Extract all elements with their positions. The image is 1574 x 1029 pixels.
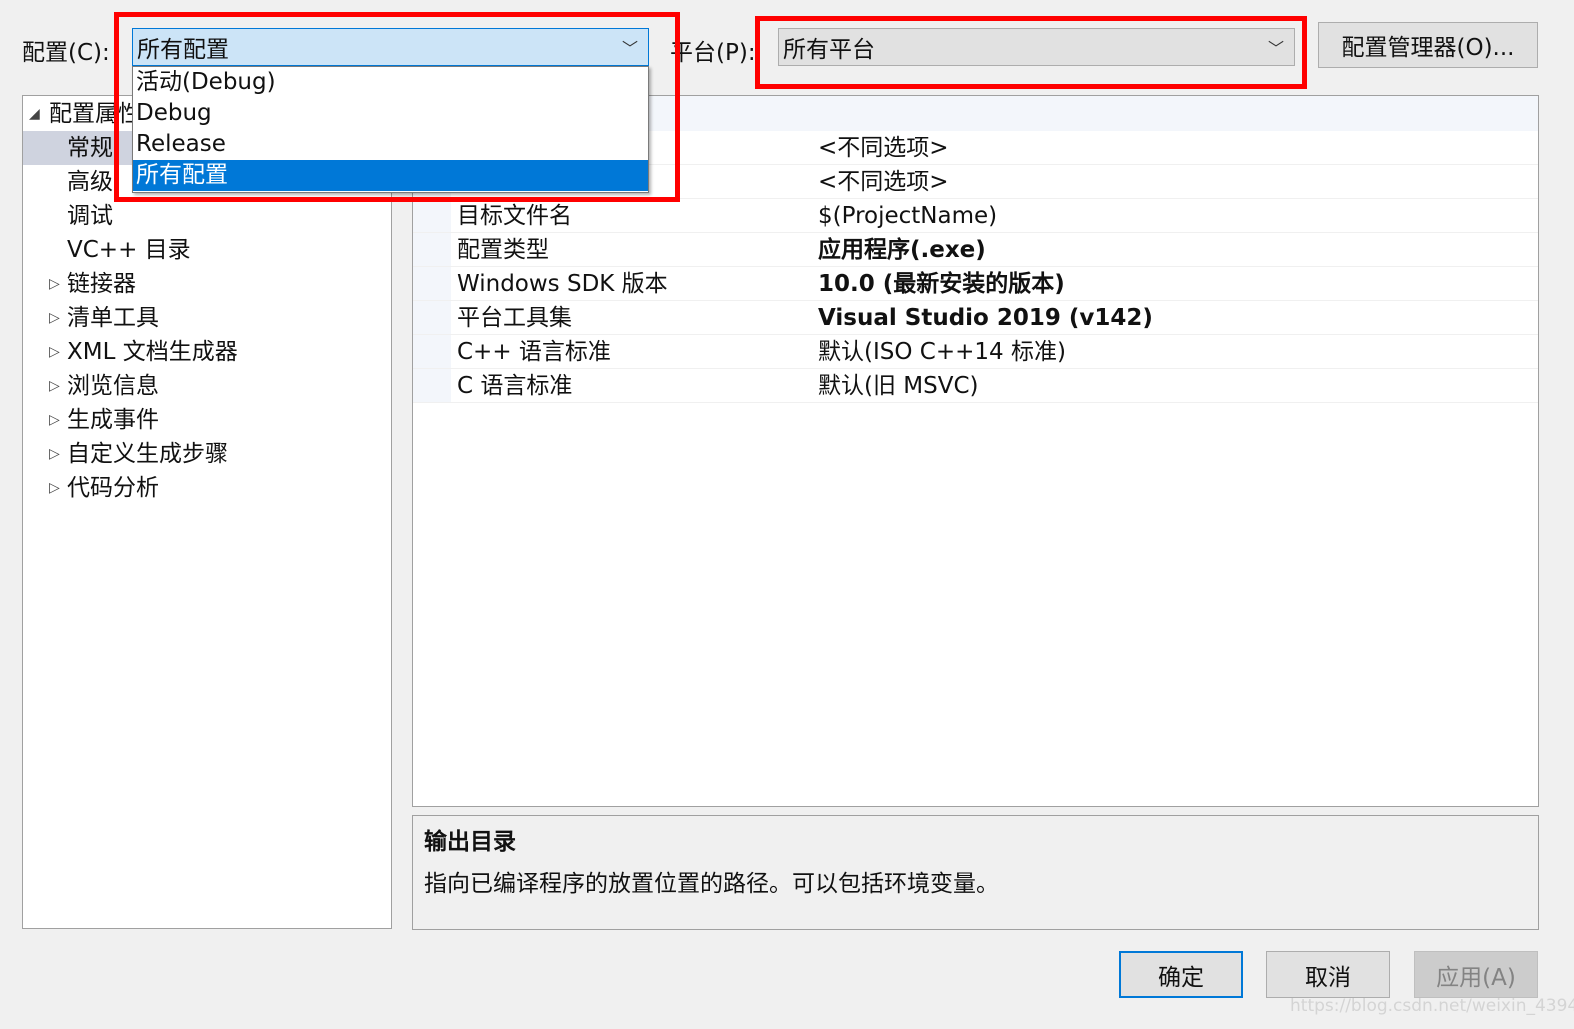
property-value[interactable]: Visual Studio 2019 (v142) [818,301,1153,335]
property-value[interactable]: <不同选项> [818,131,949,165]
property-value[interactable]: 默认(旧 MSVC) [818,369,979,403]
tree-item-label: 链接器 [67,271,136,297]
property-value[interactable]: <不同选项> [818,165,949,199]
tree-item[interactable]: ▷ 浏览信息 [23,369,391,403]
tree-item-label: 浏览信息 [67,373,159,399]
platform-combo[interactable]: 所有平台 ﹀ [778,28,1295,66]
apply-button[interactable]: 应用(A) [1414,951,1538,998]
grid-row[interactable]: C 语言标准 默认(旧 MSVC) [413,369,1538,403]
tree-root-label: 配置属性 [49,101,141,127]
property-name: 目标文件名 [457,203,572,229]
property-value[interactable]: 10.0 (最新安装的版本) [818,267,1065,301]
property-value[interactable]: 默认(ISO C++14 标准) [818,335,1066,369]
tree-item[interactable]: ▷ 代码分析 [23,471,391,505]
config-label: 配置(C): [22,40,110,66]
tree-item[interactable]: ▷ 清单工具 [23,301,391,335]
ok-button[interactable]: 确定 [1119,951,1243,998]
tree-item[interactable]: 调试 [23,199,391,233]
property-value[interactable]: 应用程序(.exe) [818,233,986,267]
grid-row[interactable]: 平台工具集 Visual Studio 2019 (v142) [413,301,1538,335]
property-name: C++ 语言标准 [457,339,611,365]
tree-item-label: 生成事件 [67,407,159,433]
tree-item[interactable]: ▷ 链接器 [23,267,391,301]
platform-value: 所有平台 [783,37,875,63]
expand-triangle-icon: ▷ [49,378,60,394]
tree-item-label: XML 文档生成器 [67,339,238,365]
property-name: 配置类型 [457,237,549,263]
chevron-down-icon: ﹀ [1267,39,1284,58]
tree-root[interactable]: ◢ 配置属性 [27,97,141,131]
description-text: 指向已编译程序的放置位置的路径。可以包括环境变量。 [424,871,999,897]
dropdown-option[interactable]: Debug [133,98,648,129]
property-name: 平台工具集 [457,305,572,331]
property-tree: ◢ 配置属性 常规高级调试 VC++ 目录 ▷ 链接器 ▷ 清单工具 ▷ XML 文档生成器 ▷ 浏… [22,95,392,929]
property-name: Windows SDK 版本 [457,271,668,297]
property-value[interactable]: $(ProjectName) [818,199,997,233]
expand-triangle-icon: ▷ [49,276,60,292]
expand-triangle-icon: ▷ [49,344,60,360]
expand-triangle-icon: ▷ [49,446,60,462]
config-combo[interactable]: 所有配置 ﹀ [132,28,649,66]
tree-item-label: 自定义生成步骤 [67,441,228,467]
expand-triangle-icon: ▷ [49,310,60,326]
property-grid: <不同选项>中间目录<不同选项>目标文件名$(ProjectName)配置类型应… [412,95,1539,807]
tree-item-label: 代码分析 [67,475,159,501]
config-manager-button[interactable]: 配置管理器(O)... [1318,22,1538,68]
property-name: C 语言标准 [457,373,573,399]
tree-item[interactable]: ▷ 生成事件 [23,403,391,437]
dropdown-option[interactable]: 所有配置 [133,160,648,191]
tree-item[interactable]: ▷ 自定义生成步骤 [23,437,391,471]
chevron-down-icon: ﹀ [621,39,638,58]
tree-item-label: 清单工具 [67,305,159,331]
grid-row[interactable]: 目标文件名 $(ProjectName) [413,199,1538,233]
watermark: https://blog.csdn.net/weixin_43940314 [1290,996,1574,1016]
cancel-button[interactable]: 取消 [1266,951,1390,998]
expand-triangle-icon: ▷ [49,412,60,428]
platform-label: 平台(P): [670,40,756,66]
grid-row[interactable]: Windows SDK 版本 10.0 (最新安装的版本) [413,267,1538,301]
expand-triangle-icon: ▷ [49,480,60,496]
tree-item[interactable]: VC++ 目录 [23,233,391,267]
tree-item-label: VC++ 目录 [67,237,191,263]
tree-item-label: 高级 [67,169,113,195]
description-panel: 输出目录 指向已编译程序的放置位置的路径。可以包括环境变量。 [412,815,1539,930]
grid-row[interactable]: C++ 语言标准 默认(ISO C++14 标准) [413,335,1538,369]
config-value: 所有配置 [137,37,229,63]
tree-item-label: 常规 [67,135,113,161]
tree-item-label: 调试 [67,203,113,229]
tree-item[interactable]: ▷ XML 文档生成器 [23,335,391,369]
collapse-triangle-icon: ◢ [29,106,40,122]
grid-row[interactable]: 配置类型 应用程序(.exe) [413,233,1538,267]
description-title: 输出目录 [424,829,516,855]
config-dropdown-list: 活动(Debug) Debug Release 所有配置 [132,66,649,193]
dropdown-option[interactable]: Release [133,129,648,160]
dropdown-option[interactable]: 活动(Debug) [133,67,648,98]
